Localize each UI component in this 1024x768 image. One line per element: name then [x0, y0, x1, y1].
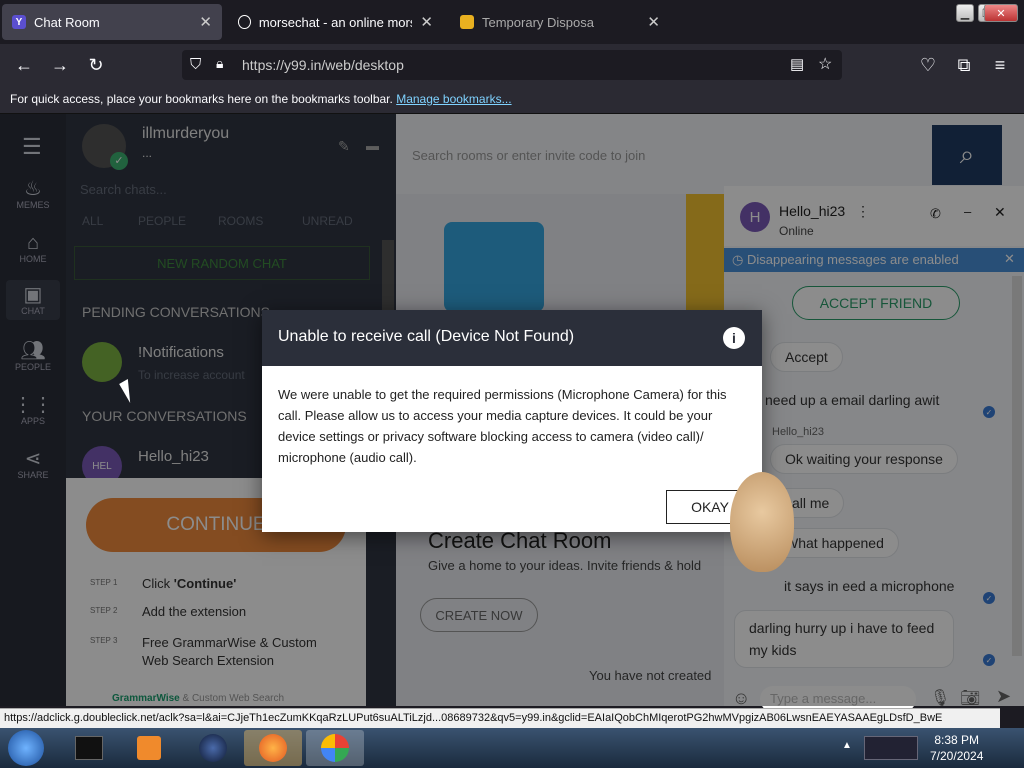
manage-bookmarks-link[interactable]: Manage bookmarks...: [396, 92, 511, 106]
close-tab-icon[interactable]: ✕: [647, 13, 660, 31]
back-arrow-icon[interactable]: ←: [12, 53, 36, 77]
bookmarks-toolbar: For quick access, place your bookmarks h…: [0, 86, 1024, 114]
tray-icons[interactable]: [864, 736, 918, 760]
url-text[interactable]: https://y99.in/web/desktop: [242, 57, 404, 73]
tab-chat-room[interactable]: Y Chat Room ✕: [2, 4, 222, 40]
taskbar-app-media[interactable]: [120, 730, 178, 766]
clock-date: 7/20/2024: [930, 749, 984, 763]
info-icon: i: [723, 327, 745, 349]
menu-icon[interactable]: ≡: [988, 53, 1012, 77]
globe-icon: [238, 15, 251, 29]
taskbar-app-globe[interactable]: [184, 730, 242, 766]
taskbar-app-terminal[interactable]: [60, 730, 118, 766]
close-tab-icon[interactable]: ✕: [199, 13, 212, 31]
shield-icon[interactable]: ⛉: [190, 56, 201, 73]
start-button[interactable]: [8, 730, 44, 766]
windows-taskbar: ▲ 8:38 PM 7/20/2024: [0, 728, 1024, 768]
folder-icon: [460, 15, 474, 29]
dialog-header: Unable to receive call (Device Not Found…: [262, 310, 762, 366]
tab-label: Chat Room: [34, 14, 100, 30]
tab-label: Temporary Disposa: [482, 14, 594, 30]
clock-time: 8:38 PM: [934, 733, 980, 747]
reader-view-icon[interactable]: ▤: [790, 55, 804, 73]
dialog-body: We were unable to get the required permi…: [278, 387, 727, 465]
pocket-icon[interactable]: ♡: [916, 53, 940, 77]
tab-morsechat[interactable]: morsechat - an online morse co ✕: [228, 4, 443, 40]
forward-arrow-icon[interactable]: →: [48, 53, 72, 77]
bookmark-star-icon[interactable]: ☆: [818, 54, 832, 74]
tab-bar: Y Chat Room ✕ morsechat - an online mors…: [0, 0, 1024, 44]
tab-temporary-disposable[interactable]: Temporary Disposa ✕: [450, 4, 670, 40]
error-dialog: Unable to receive call (Device Not Found…: [262, 310, 762, 532]
extensions-icon[interactable]: ⧉: [952, 53, 976, 77]
dialog-title: Unable to receive call (Device Not Found…: [278, 328, 575, 345]
tray-expand-icon[interactable]: ▲: [842, 740, 852, 751]
reload-icon[interactable]: ↻: [84, 53, 108, 77]
taskbar-app-windows[interactable]: [306, 730, 364, 766]
status-url: https://adclick.g.doubleclick.net/aclk?s…: [0, 708, 1000, 728]
bookmarks-hint: For quick access, place your bookmarks h…: [10, 92, 393, 106]
nav-bar: ← → ↻ ⛉ 🔒︎ https://y99.in/web/desktop ▤ …: [0, 44, 1024, 86]
minimize-window-button[interactable]: ▁: [956, 4, 974, 22]
y99-favicon-icon: Y: [12, 15, 26, 29]
taskbar-app-firefox[interactable]: [244, 730, 302, 766]
clock[interactable]: 8:38 PM 7/20/2024: [930, 732, 983, 764]
hamster-sticker-image: [730, 472, 794, 572]
tab-label: morsechat - an online morse co: [258, 14, 413, 30]
url-bar[interactable]: ⛉ 🔒︎ https://y99.in/web/desktop ▤ ☆: [182, 50, 842, 80]
close-tab-icon[interactable]: ✕: [420, 13, 433, 31]
close-window-button[interactable]: ✕: [984, 4, 1018, 22]
lock-icon[interactable]: 🔒︎: [216, 55, 223, 72]
